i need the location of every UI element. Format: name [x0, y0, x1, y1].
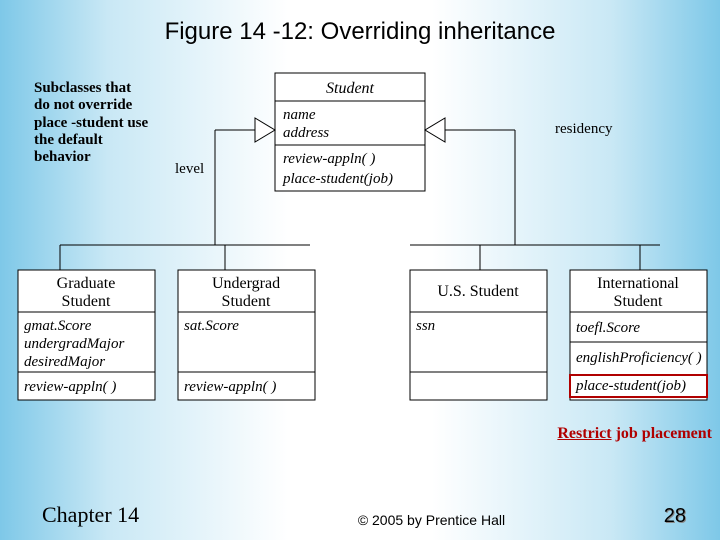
- svg-text:Student: Student: [62, 293, 111, 310]
- svg-text:place-student(job): place-student(job): [575, 378, 686, 394]
- svg-text:Student: Student: [614, 293, 663, 310]
- svg-text:place-student(job): place-student(job): [282, 171, 393, 187]
- svg-text:Student: Student: [222, 293, 271, 310]
- copyright-label: © 2005 by Prentice Hall: [358, 512, 505, 528]
- svg-text:Student: Student: [326, 80, 375, 97]
- svg-text:gmat.Score: gmat.Score: [24, 318, 92, 334]
- slide-footer: Chapter 14 © 2005 by Prentice Hall 28: [0, 502, 720, 528]
- page-number: 28: [664, 505, 686, 528]
- svg-text:U.S. Student: U.S. Student: [437, 283, 519, 300]
- svg-text:Undergrad: Undergrad: [212, 275, 280, 292]
- chapter-label: Chapter 14: [42, 502, 139, 528]
- class-graduate-student: Graduate Student gmat.Score undergradMaj…: [18, 270, 155, 400]
- svg-text:ssn: ssn: [416, 318, 435, 334]
- svg-text:review-appln( ): review-appln( ): [184, 379, 276, 395]
- class-international-student: International Student toefl.Score englis…: [570, 270, 707, 400]
- svg-text:desiredMajor: desiredMajor: [24, 354, 105, 370]
- class-us-student: U.S. Student ssn: [410, 270, 547, 400]
- svg-text:residency: residency: [555, 121, 613, 137]
- uml-diagram: Student name address review-appln( ) pla…: [0, 55, 720, 455]
- svg-text:name: name: [283, 107, 316, 123]
- svg-text:review-appln( ): review-appln( ): [24, 379, 116, 395]
- svg-text:englishProficiency( ): englishProficiency( ): [576, 350, 702, 366]
- class-undergrad-student: Undergrad Student sat.Score review-appln…: [178, 270, 315, 400]
- figure-title: Figure 14 -12: Overriding inheritance: [0, 0, 720, 46]
- svg-text:level: level: [175, 161, 204, 177]
- svg-text:International: International: [597, 275, 679, 292]
- svg-text:toefl.Score: toefl.Score: [576, 320, 640, 336]
- svg-text:Graduate: Graduate: [57, 275, 116, 292]
- svg-text:review-appln( ): review-appln( ): [283, 151, 375, 167]
- svg-text:address: address: [283, 125, 329, 141]
- class-student: Student name address review-appln( ) pla…: [275, 73, 425, 191]
- generalization-level: level: [60, 118, 310, 270]
- svg-text:sat.Score: sat.Score: [184, 318, 239, 334]
- svg-text:undergradMajor: undergradMajor: [24, 336, 124, 352]
- generalization-residency: residency: [410, 118, 660, 270]
